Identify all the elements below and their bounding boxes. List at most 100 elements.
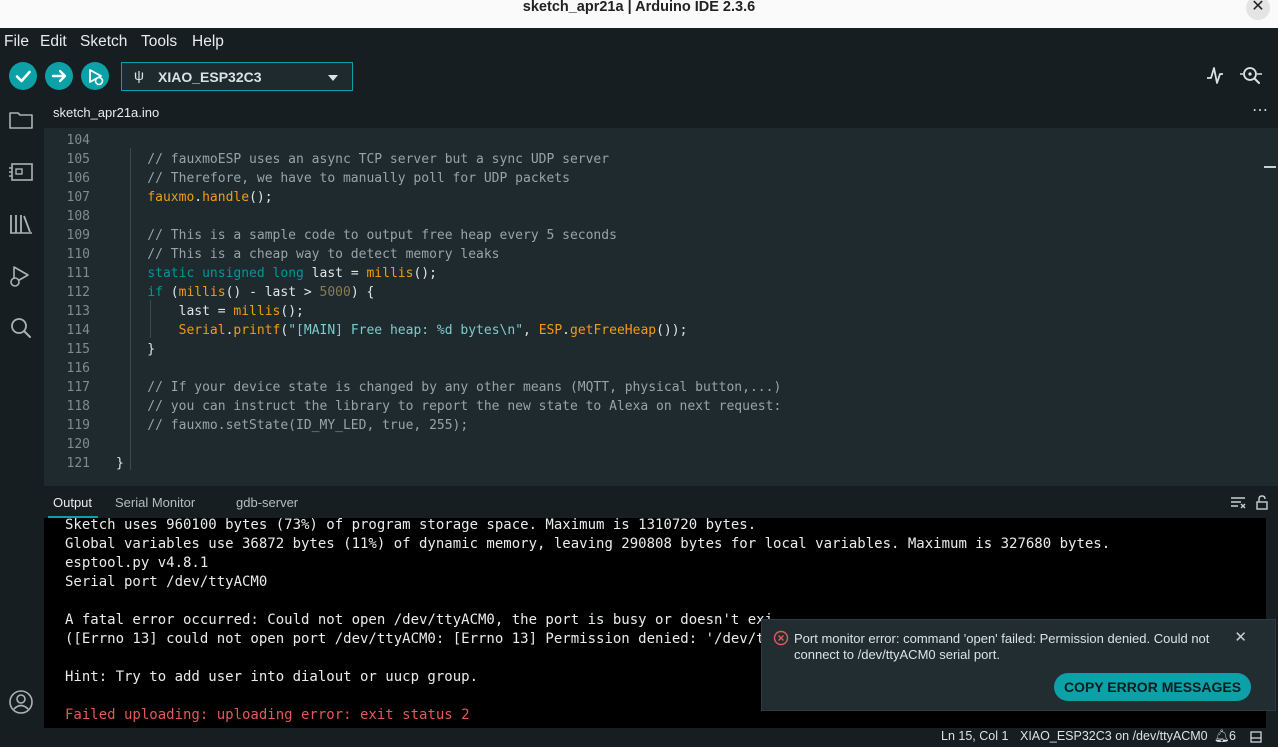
line-number: 107 xyxy=(66,190,90,205)
code-text: // If your device state is changed by an… xyxy=(116,378,781,397)
library-icon[interactable] xyxy=(7,210,35,238)
code-token: last = xyxy=(116,304,234,319)
code-line[interactable]: 120 xyxy=(44,435,1264,454)
code-token: getFreeHeap xyxy=(570,323,657,338)
menu-help[interactable]: Help xyxy=(192,33,224,51)
output-line: A fatal error occurred: Could not open /… xyxy=(65,612,774,628)
debug-icon xyxy=(89,69,104,86)
code-line[interactable]: 121} xyxy=(44,454,1264,473)
close-icon[interactable]: ✕ xyxy=(1234,628,1247,646)
line-number: 112 xyxy=(66,285,90,300)
title-bar: sketch_apr21a | Arduino IDE 2.3.6 ✕ xyxy=(0,0,1278,28)
tab-sketch-file[interactable]: sketch_apr21a.ino xyxy=(44,96,169,128)
output-error-line: Failed uploading: uploading error: exit … xyxy=(65,707,470,723)
board-selector[interactable]: ψ XIAO_ESP32C3 xyxy=(121,62,353,91)
board-port-status[interactable]: XIAO_ESP32C3 on /dev/ttyACM0 xyxy=(1020,729,1208,743)
verify-button[interactable] xyxy=(9,62,37,90)
menu-bar: File Edit Sketch Tools Help xyxy=(0,28,1278,56)
window-title: sketch_apr21a | Arduino IDE 2.3.6 xyxy=(522,0,756,15)
menu-file[interactable]: File xyxy=(4,33,29,51)
upload-button[interactable] xyxy=(45,62,73,90)
code-text: // you can instruct the library to repor… xyxy=(116,397,781,416)
tab-label: sketch_apr21a.ino xyxy=(53,105,160,120)
editor-scrollbar[interactable] xyxy=(1264,166,1276,168)
copy-error-messages-button[interactable]: COPY ERROR MESSAGES xyxy=(1054,673,1251,701)
error-notification: Port monitor error: command 'open' faile… xyxy=(761,619,1276,711)
code-token: (); xyxy=(249,190,273,205)
code-line[interactable]: 108 xyxy=(44,207,1264,226)
menu-tools[interactable]: Tools xyxy=(141,33,177,51)
code-token: "[MAIN] Free heap: %d bytes\n" xyxy=(288,323,524,338)
account-icon[interactable] xyxy=(7,688,35,716)
code-token: // fauxmo.setState(ID_MY_LED, true, 255)… xyxy=(116,418,469,433)
tab-output[interactable]: Output xyxy=(53,495,92,510)
tab-serial-monitor[interactable]: Serial Monitor xyxy=(115,495,195,510)
code-line[interactable]: 115 } xyxy=(44,340,1264,359)
code-text: // fauxmo.setState(ID_MY_LED, true, 255)… xyxy=(116,416,468,435)
output-line: Hint: Try to add user into dialout or uu… xyxy=(65,669,479,685)
code-line[interactable]: 119 // fauxmo.setState(ID_MY_LED, true, … xyxy=(44,416,1264,435)
code-text: // This is a sample code to output free … xyxy=(116,226,617,245)
toggle-panel-icon[interactable] xyxy=(1250,731,1262,743)
code-line[interactable]: 104 xyxy=(44,131,1264,150)
lock-icon[interactable] xyxy=(1254,494,1270,510)
menu-edit[interactable]: Edit xyxy=(40,33,67,51)
code-line[interactable]: 109 // This is a sample code to output f… xyxy=(44,226,1264,245)
line-number: 120 xyxy=(66,437,90,452)
code-line[interactable]: 111 static unsigned long last = millis()… xyxy=(44,264,1264,283)
code-line[interactable]: 107 fauxmo.handle(); xyxy=(44,188,1264,207)
bottom-panel-header: Output Serial Monitor gdb-server xyxy=(44,486,1278,518)
search-icon[interactable] xyxy=(7,314,35,342)
code-line[interactable]: 106 // Therefore, we have to manually po… xyxy=(44,169,1264,188)
code-editor[interactable]: 104 105 // fauxmoESP uses an async TCP se… xyxy=(44,128,1278,486)
code-text: // fauxmoESP uses an async TCP server bu… xyxy=(116,150,609,169)
code-token: millis xyxy=(366,266,414,281)
code-token: } xyxy=(116,342,156,357)
output-line: ([Errno 13] could not open port /dev/tty… xyxy=(65,631,765,647)
tab-gdb-server[interactable]: gdb-server xyxy=(236,495,298,510)
line-number: 110 xyxy=(66,247,90,262)
close-window-button[interactable]: ✕ xyxy=(1246,0,1270,20)
code-text: last = millis(); xyxy=(116,302,304,321)
line-number: 118 xyxy=(66,399,90,414)
code-token: // you can instruct the library to repor… xyxy=(116,399,782,414)
line-number: 105 xyxy=(66,152,90,167)
code-token: fauxmo xyxy=(147,190,195,205)
clear-output-icon[interactable] xyxy=(1230,494,1246,510)
code-token: if xyxy=(147,285,163,300)
serial-plotter-icon[interactable] xyxy=(1205,64,1225,86)
output-line: esptool.py v4.8.1 xyxy=(65,555,209,571)
code-line[interactable]: 117 // If your device state is changed b… xyxy=(44,378,1264,397)
code-text: } xyxy=(116,340,155,359)
code-line[interactable]: 118 // you can instruct the library to r… xyxy=(44,397,1264,416)
debug-button[interactable] xyxy=(81,62,109,90)
line-number: 104 xyxy=(66,133,90,148)
folder-icon[interactable] xyxy=(7,106,35,134)
debug-icon[interactable] xyxy=(7,262,35,290)
notifications-count[interactable]: 6 xyxy=(1229,729,1236,743)
output-line: Sketch uses 960100 bytes (73%) of progra… xyxy=(65,518,757,533)
menu-sketch[interactable]: Sketch xyxy=(80,33,127,51)
code-line[interactable]: 114 Serial.printf("[MAIN] Free heap: %d … xyxy=(44,321,1264,340)
code-token: , xyxy=(523,323,539,338)
cursor-position[interactable]: Ln 15, Col 1 xyxy=(941,729,1008,743)
serial-monitor-icon[interactable] xyxy=(1238,64,1264,86)
output-line: Serial port /dev/ttyACM0 xyxy=(65,574,268,590)
code-token: (); xyxy=(413,266,437,281)
code-line[interactable]: 113 last = millis(); xyxy=(44,302,1264,321)
code-line[interactable]: 112 if (millis() - last > 5000) { xyxy=(44,283,1264,302)
code-line[interactable]: 116 xyxy=(44,359,1264,378)
more-actions-icon[interactable]: ⋯ xyxy=(1252,100,1268,120)
code-line[interactable]: 110 // This is a cheap way to detect mem… xyxy=(44,245,1264,264)
code-token: () - last > xyxy=(225,285,320,300)
code-line[interactable]: 105 // fauxmoESP uses an async TCP serve… xyxy=(44,150,1264,169)
bell-icon[interactable]: 🔔︎ xyxy=(1214,729,1230,744)
output-line: Global variables use 36872 bytes (11%) o… xyxy=(65,536,1111,552)
code-text: if (millis() - last > 5000) { xyxy=(116,283,374,302)
boards-manager-icon[interactable] xyxy=(7,158,35,186)
code-text: // Therefore, we have to manually poll f… xyxy=(116,169,570,188)
